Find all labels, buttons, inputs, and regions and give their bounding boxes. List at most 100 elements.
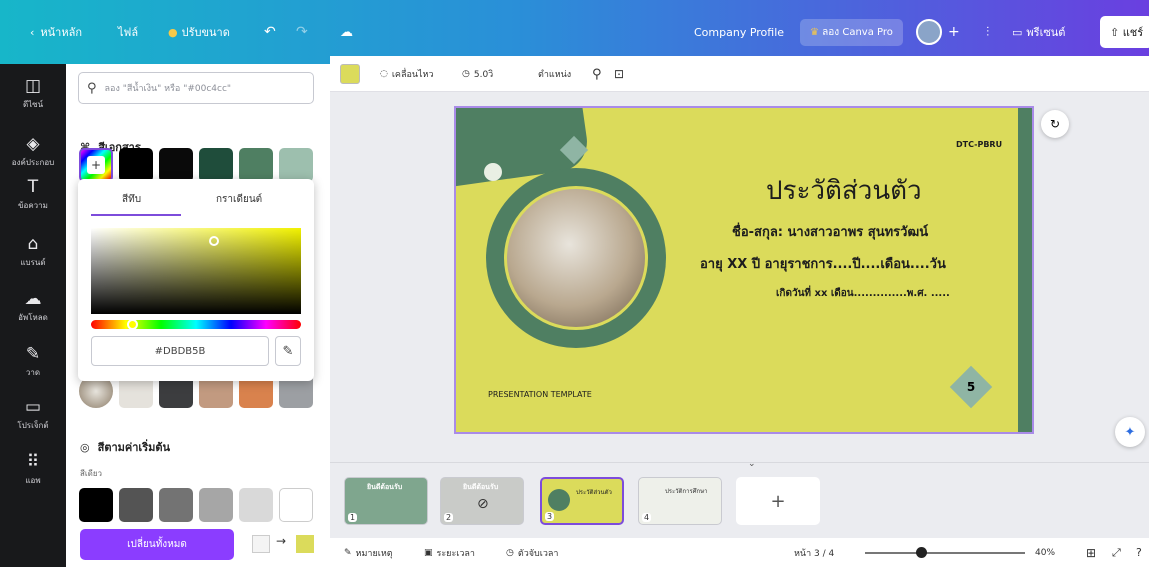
notes-icon: ✎	[344, 547, 352, 558]
doc-color-swatch[interactable]	[159, 148, 193, 182]
default-color-swatch[interactable]	[159, 488, 193, 522]
zoom-slider-track[interactable]	[865, 552, 1025, 554]
color-chip-button[interactable]	[340, 56, 360, 92]
magic-icon[interactable]: ✦	[1115, 417, 1145, 447]
decor-dot	[484, 163, 502, 181]
tab-gradient[interactable]: กราเดียนต์	[216, 192, 262, 207]
add-color-button[interactable]: +	[79, 148, 113, 182]
age-line[interactable]: อายุ XX ปี อายุราชการ....ปี....เดือน....…	[700, 253, 946, 274]
name-line[interactable]: ชื่อ-สกุล: นางสาวอาพร สุนทรวัฒน์	[732, 221, 928, 242]
apps-icon: ⠿	[26, 452, 40, 472]
page-badge: 5	[949, 365, 993, 409]
default-color-swatch[interactable]	[239, 488, 273, 522]
file-menu-button[interactable]: ไฟล์	[110, 0, 146, 64]
animate-icon: ◌	[380, 69, 388, 79]
collaborator-avatar[interactable]	[916, 0, 942, 64]
default-color-swatch[interactable]	[119, 488, 153, 522]
hue-handle[interactable]	[127, 319, 138, 330]
help-icon[interactable]: ?	[1136, 538, 1142, 567]
chevron-left-icon: ‹	[30, 25, 35, 39]
grid-view-icon[interactable]: ⊞	[1086, 538, 1096, 567]
page-thumb-3[interactable]: ประวัติส่วนตัว 3	[540, 477, 624, 525]
rail-item-text[interactable]: T ข้อความ	[0, 177, 66, 212]
default-color-swatch[interactable]	[79, 488, 113, 522]
slide-title[interactable]: ประวัติส่วนตัว	[766, 170, 922, 211]
play-box-icon: ▣	[424, 547, 433, 558]
default-colors-heading: ◎ สีตามค่าเริ่มต้น	[80, 440, 171, 455]
project-name[interactable]: Company Profile	[694, 0, 784, 64]
rail-item-brand[interactable]: ⌂ แบรนด์	[0, 234, 66, 269]
plus-icon: +	[87, 156, 105, 174]
home-button[interactable]: ‹ หน้าหลัก	[22, 0, 90, 64]
duration-button[interactable]: ◷ 5.0วิ	[462, 56, 493, 92]
folder-icon: ▭	[24, 397, 42, 417]
cloud-save-icon[interactable]: ☁	[340, 0, 353, 64]
duration-toggle[interactable]: ▣ ระยะเวลา	[424, 538, 475, 567]
lock-icon[interactable]: ⊡	[614, 56, 624, 92]
color-panel: ⚲ ลอง "สีน้ำเงิน" หรือ "#00c4cc" ⌘ สีเอก…	[66, 64, 330, 567]
draw-icon: ✎	[25, 344, 41, 364]
share-button[interactable]: ⇧ แชร์	[1100, 0, 1149, 64]
clock-icon: ◷	[462, 69, 470, 79]
page-indicator[interactable]: หน้า 3 / 4	[794, 538, 834, 567]
thumb-circle	[548, 489, 570, 511]
current-color-chip	[340, 64, 360, 84]
default-color-swatch[interactable]	[199, 488, 233, 522]
change-all-button[interactable]: เปลี่ยนทั้งหมด	[80, 529, 234, 560]
default-color-swatch[interactable]	[279, 488, 313, 522]
doc-color-swatch[interactable]	[199, 148, 233, 182]
doc-color-swatch[interactable]	[279, 148, 313, 182]
fullscreen-icon[interactable]: ⤢	[1112, 538, 1121, 567]
redo-icon[interactable]: ↷	[296, 0, 308, 64]
doc-color-swatch[interactable]	[239, 148, 273, 182]
undo-icon[interactable]: ↶	[264, 0, 276, 64]
present-icon: ▭	[1012, 25, 1023, 39]
present-button[interactable]: ▭ พรีเซนต์	[1012, 0, 1065, 64]
position-button[interactable]: ตำแหน่ง	[538, 56, 571, 92]
try-pro-button[interactable]: ♛ ลอง Canva Pro	[800, 0, 903, 64]
add-page-button[interactable]: +	[736, 477, 820, 525]
upload-icon: ⇧	[1110, 26, 1123, 39]
rail-item-elements[interactable]: ◈ องค์ประกอบ	[0, 134, 66, 169]
refresh-icon[interactable]: ↻	[1041, 110, 1069, 138]
notes-button[interactable]: ✎ หมายเหตุ	[344, 538, 393, 567]
add-collaborator-icon[interactable]: +	[948, 0, 960, 64]
layout-icon: ◫	[24, 76, 42, 96]
eyedropper-icon[interactable]: ✎	[275, 336, 301, 366]
timer-button[interactable]: ◷ ตัวจับเวลา	[506, 538, 558, 567]
bottom-bar: ✎ หมายเหตุ ▣ ระยะเวลา ◷ ตัวจับเวลา หน้า 3 /…	[330, 538, 1149, 567]
rail-item-design[interactable]: ◫ ดีไซน์	[0, 76, 66, 111]
slide-canvas[interactable]: DTC-PBRU ประวัติส่วนตัว ชื่อ-สกุล: นางสา…	[454, 106, 1034, 434]
page-thumb-4[interactable]: ประวัติการศึกษา 4	[638, 477, 722, 525]
hue-slider[interactable]	[91, 319, 301, 330]
zoom-level[interactable]: 40%	[1035, 538, 1055, 567]
analytics-icon[interactable]: ⫶	[986, 0, 989, 64]
hex-input[interactable]: #DBDB5B	[91, 336, 269, 366]
crown-icon: ♛	[810, 26, 823, 38]
rail-item-draw[interactable]: ✎ วาด	[0, 344, 66, 379]
animate-button[interactable]: ◌ เคลื่อนไหว	[380, 56, 434, 92]
left-rail: ◫ ดีไซน์ ◈ องค์ประกอบ T ข้อความ ⌂ แบรนด์ ☁ อั…	[0, 64, 66, 567]
zoom-slider-handle[interactable]	[916, 547, 927, 558]
active-tab-indicator	[91, 214, 181, 216]
tab-solid[interactable]: สีทึบ	[122, 192, 141, 207]
resize-button[interactable]: ● ปรับขนาด	[160, 0, 238, 64]
chevron-down-icon[interactable]: ⌄	[748, 459, 756, 469]
upload-icon: ☁	[24, 289, 42, 309]
rail-item-apps[interactable]: ⠿ แอพ	[0, 452, 66, 487]
born-line[interactable]: เกิดวันที่ xx เดือน..............พ.ศ. ..…	[776, 286, 950, 301]
top-bar: ‹ หน้าหลัก ไฟล์ ● ปรับขนาด ↶ ↷ ☁ Company…	[0, 0, 1149, 64]
color-picker-popover: สีทึบ กราเดียนต์ #DBDB5B ✎	[78, 179, 314, 381]
rail-item-projects[interactable]: ▭ โปรเจ็กต์	[0, 397, 66, 432]
page-thumb-1[interactable]: ยินดีต้อนรับ 1	[344, 477, 428, 525]
rail-item-upload[interactable]: ☁ อัพโหลด	[0, 289, 66, 324]
color-search-input[interactable]: ⚲ ลอง "สีน้ำเงิน" หรือ "#00c4cc"	[78, 72, 314, 104]
page-thumb-2[interactable]: ⊘ ยินดีต้อนรับ 2	[440, 477, 524, 525]
profile-photo[interactable]	[504, 186, 648, 330]
saturation-value-area[interactable]	[91, 228, 301, 314]
arrow-right-icon: →	[276, 534, 287, 548]
sv-handle[interactable]	[209, 236, 219, 246]
format-paint-icon[interactable]: ⚲	[592, 56, 602, 92]
doc-color-swatch[interactable]	[119, 148, 153, 182]
context-toolbar: ◌ เคลื่อนไหว ◷ 5.0วิ ตำแหน่ง ⚲ ⊡	[330, 56, 1149, 92]
